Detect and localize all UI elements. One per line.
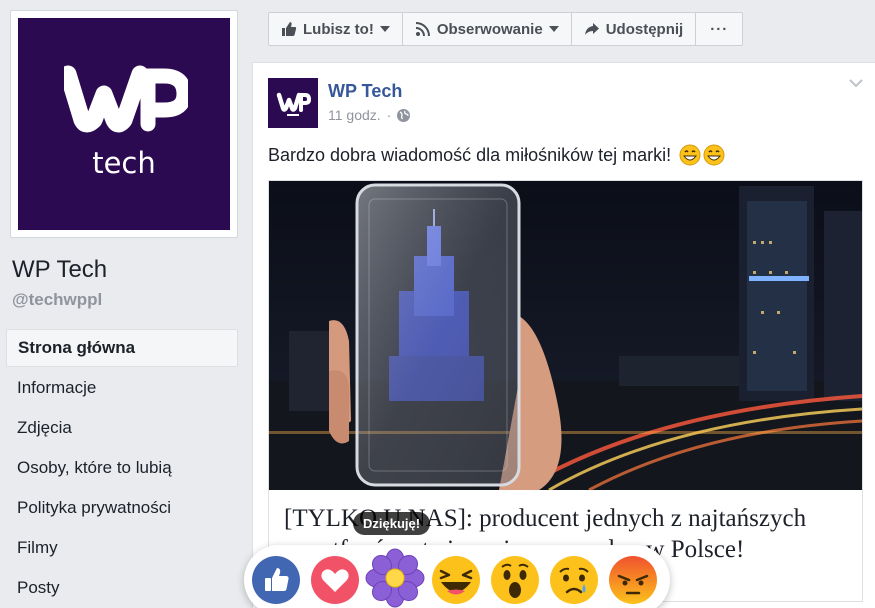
reactions-bar bbox=[244, 545, 670, 608]
share-label: Udostępnij bbox=[605, 20, 684, 38]
sad-reaction-icon[interactable] bbox=[550, 556, 598, 604]
page-nav: Strona główna Informacje Zdjęcia Osoby, … bbox=[6, 329, 238, 608]
nav-item-posts[interactable]: Posty bbox=[6, 569, 238, 608]
link-preview-image[interactable] bbox=[269, 181, 862, 490]
nav-item-privacy[interactable]: Polityka prywatności bbox=[6, 489, 238, 529]
share-arrow-icon bbox=[584, 23, 599, 35]
page-handle[interactable]: @techwppl bbox=[12, 290, 102, 310]
profile-logo-subtext: tech bbox=[92, 146, 156, 180]
reaction-tooltip: Dziękuję! bbox=[353, 512, 431, 535]
wow-reaction-icon[interactable] bbox=[491, 556, 539, 604]
post-meta: 11 godz. · bbox=[328, 107, 411, 123]
thumbs-up-icon bbox=[282, 22, 297, 36]
nav-item-videos[interactable]: Filmy bbox=[6, 529, 238, 569]
meta-separator: · bbox=[386, 107, 392, 123]
follow-label: Obserwowanie bbox=[436, 20, 543, 38]
post-author-name[interactable]: WP Tech bbox=[328, 81, 402, 102]
profile-picture: tech bbox=[18, 18, 230, 230]
nav-item-about[interactable]: Informacje bbox=[6, 369, 238, 409]
nav-item-photos[interactable]: Zdjęcia bbox=[6, 409, 238, 449]
like-page-label: Lubisz to! bbox=[303, 20, 374, 38]
nav-item-home[interactable]: Strona główna bbox=[6, 329, 238, 367]
chevron-down-icon bbox=[548, 26, 559, 32]
wp-logo-icon bbox=[64, 65, 188, 133]
love-reaction-icon[interactable] bbox=[311, 556, 359, 604]
rss-icon bbox=[415, 22, 430, 37]
share-button[interactable]: Udostępnij bbox=[570, 12, 697, 46]
post-message: Bardzo dobra wiadomość dla miłośników te… bbox=[268, 144, 725, 166]
globe-icon[interactable] bbox=[397, 108, 411, 122]
post-card: WP Tech 11 godz. · Bardzo dobra wiadomoś… bbox=[252, 62, 875, 608]
wp-logo-icon bbox=[276, 92, 311, 116]
link-preview-card[interactable]: [TYLKO U NAS]: producent jednych z najta… bbox=[268, 180, 863, 602]
nav-item-likes[interactable]: Osoby, które to lubią bbox=[6, 449, 238, 489]
post-text: Bardzo dobra wiadomość dla miłośników te… bbox=[268, 144, 672, 165]
post-options-chevron-icon[interactable] bbox=[849, 79, 863, 88]
grinning-emoji-icon bbox=[703, 144, 725, 166]
chevron-down-icon bbox=[379, 26, 390, 32]
page-title[interactable]: WP Tech bbox=[12, 256, 107, 284]
haha-reaction-icon[interactable] bbox=[432, 556, 480, 604]
like-page-button[interactable]: Lubisz to! bbox=[268, 12, 403, 46]
grinning-emoji-icon bbox=[679, 144, 701, 166]
left-column: tech WP Tech @techwppl Strona główna Inf… bbox=[0, 0, 252, 608]
follow-button[interactable]: Obserwowanie bbox=[401, 12, 572, 46]
post-timestamp[interactable]: 11 godz. bbox=[328, 107, 381, 123]
thankful-flower-reaction-icon[interactable] bbox=[365, 548, 425, 608]
angry-reaction-icon[interactable] bbox=[609, 556, 657, 604]
like-reaction-icon[interactable] bbox=[252, 556, 300, 604]
post-author-avatar[interactable] bbox=[268, 78, 318, 128]
more-label: ··· bbox=[710, 20, 729, 38]
more-options-button[interactable]: ··· bbox=[695, 12, 744, 46]
page-action-bar: Lubisz to! Obserwowanie Udostępnij ··· bbox=[268, 12, 744, 46]
profile-picture-frame[interactable]: tech bbox=[10, 10, 238, 238]
